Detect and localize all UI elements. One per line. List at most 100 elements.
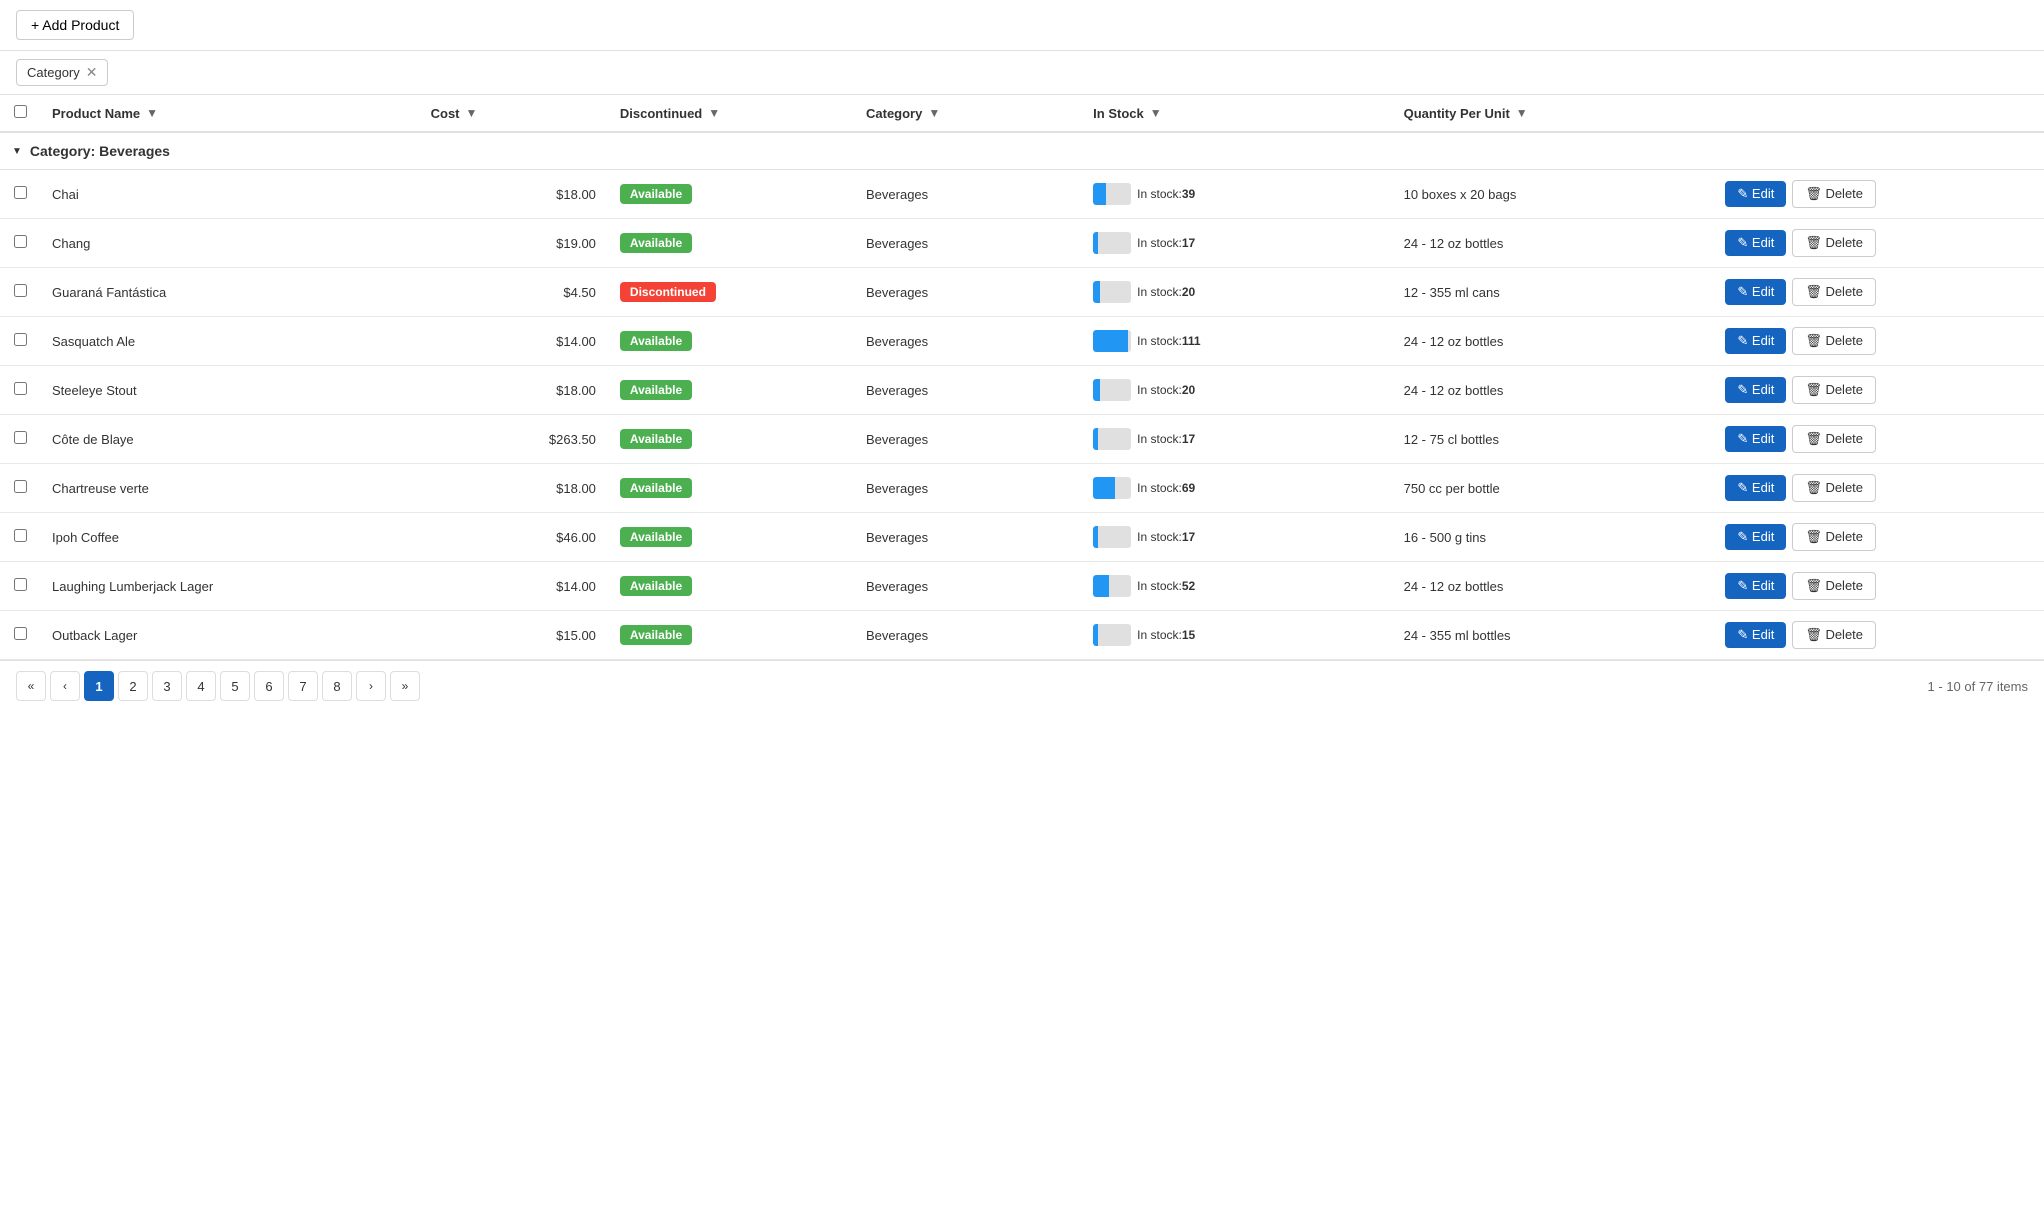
delete-button[interactable]: 🗑 Delete: [1792, 278, 1876, 306]
cost-label: Cost: [431, 106, 460, 121]
pagination-info: 1 - 10 of 77 items: [1928, 679, 2028, 694]
edit-button[interactable]: ✎ Edit: [1725, 622, 1786, 648]
page-5-button[interactable]: 5: [220, 671, 250, 701]
cost-cell: $263.50: [419, 415, 608, 464]
chevron-down-icon[interactable]: ▼: [12, 146, 22, 157]
edit-button[interactable]: ✎ Edit: [1725, 426, 1786, 452]
product-name-cell: Guaraná Fantástica: [40, 268, 419, 317]
page-8-button[interactable]: 8: [322, 671, 352, 701]
edit-button[interactable]: ✎ Edit: [1725, 573, 1786, 599]
table-container: Product Name ▼ Cost ▼ Discontinued ▼: [0, 95, 2044, 660]
edit-button[interactable]: ✎ Edit: [1725, 279, 1786, 305]
row-checkbox[interactable]: [14, 235, 27, 248]
page-2-button[interactable]: 2: [118, 671, 148, 701]
header-in-stock: In Stock ▼: [1081, 95, 1391, 132]
stock-filter-icon[interactable]: ▼: [1150, 106, 1162, 120]
delete-button[interactable]: 🗑 Delete: [1792, 474, 1876, 502]
qpu-cell: 24 - 12 oz bottles: [1392, 562, 1714, 611]
qpu-cell: 24 - 12 oz bottles: [1392, 317, 1714, 366]
row-checkbox[interactable]: [14, 284, 27, 297]
qpu-filter-icon[interactable]: ▼: [1516, 106, 1528, 120]
category-cell: Beverages: [854, 562, 1081, 611]
table-row: Sasquatch Ale$14.00AvailableBeveragesIn …: [0, 317, 2044, 366]
prev-page-button[interactable]: ‹: [50, 671, 80, 701]
stock-cell: In stock:17: [1081, 415, 1391, 464]
cost-cell: $19.00: [419, 219, 608, 268]
delete-button[interactable]: 🗑 Delete: [1792, 327, 1876, 355]
row-checkbox[interactable]: [14, 431, 27, 444]
status-badge: Available: [620, 380, 692, 400]
category-filter-chip[interactable]: Category ✕: [16, 59, 108, 86]
edit-button[interactable]: ✎ Edit: [1725, 328, 1786, 354]
row-checkbox[interactable]: [14, 529, 27, 542]
delete-button[interactable]: 🗑 Delete: [1792, 180, 1876, 208]
qpu-cell: 750 cc per bottle: [1392, 464, 1714, 513]
page-3-button[interactable]: 3: [152, 671, 182, 701]
edit-button[interactable]: ✎ Edit: [1725, 181, 1786, 207]
edit-button[interactable]: ✎ Edit: [1725, 377, 1786, 403]
row-checkbox[interactable]: [14, 333, 27, 346]
cost-cell: $18.00: [419, 170, 608, 219]
page-1-button[interactable]: 1: [84, 671, 114, 701]
discontinued-cell: Available: [608, 513, 854, 562]
last-page-button[interactable]: »: [390, 671, 420, 701]
row-checkbox-cell: [0, 513, 40, 562]
add-product-button[interactable]: + Add Product: [16, 10, 134, 40]
edit-button[interactable]: ✎ Edit: [1725, 524, 1786, 550]
delete-button[interactable]: 🗑 Delete: [1792, 523, 1876, 551]
page-6-button[interactable]: 6: [254, 671, 284, 701]
discontinued-filter-icon[interactable]: ▼: [708, 106, 720, 120]
category-cell: Beverages: [854, 513, 1081, 562]
close-icon[interactable]: ✕: [86, 64, 98, 81]
first-page-button[interactable]: «: [16, 671, 46, 701]
row-checkbox[interactable]: [14, 480, 27, 493]
delete-button[interactable]: 🗑 Delete: [1792, 376, 1876, 404]
stock-label: In stock:17: [1137, 432, 1195, 446]
row-checkbox[interactable]: [14, 382, 27, 395]
stock-label: In stock:39: [1137, 187, 1195, 201]
delete-button[interactable]: 🗑 Delete: [1792, 572, 1876, 600]
actions-cell: ✎ Edit🗑 Delete: [1713, 415, 2044, 464]
table-row: Côte de Blaye$263.50AvailableBeveragesIn…: [0, 415, 2044, 464]
category-cell: Beverages: [854, 415, 1081, 464]
qpu-label: Quantity Per Unit: [1404, 106, 1510, 121]
discontinued-label: Discontinued: [620, 106, 702, 121]
cost-cell: $14.00: [419, 562, 608, 611]
product-name-cell: Outback Lager: [40, 611, 419, 660]
row-checkbox-cell: [0, 464, 40, 513]
next-page-button[interactable]: ›: [356, 671, 386, 701]
cost-cell: $4.50: [419, 268, 608, 317]
row-checkbox[interactable]: [14, 627, 27, 640]
row-checkbox[interactable]: [14, 186, 27, 199]
row-checkbox-cell: [0, 562, 40, 611]
qpu-cell: 24 - 355 ml bottles: [1392, 611, 1714, 660]
category-cell: Beverages: [854, 366, 1081, 415]
cost-cell: $15.00: [419, 611, 608, 660]
category-cell: Beverages: [854, 611, 1081, 660]
edit-button[interactable]: ✎ Edit: [1725, 475, 1786, 501]
delete-button[interactable]: 🗑 Delete: [1792, 425, 1876, 453]
row-checkbox[interactable]: [14, 578, 27, 591]
group-header-cell: ▼ Category: Beverages: [0, 132, 2044, 170]
products-table: Product Name ▼ Cost ▼ Discontinued ▼: [0, 95, 2044, 660]
status-badge: Available: [620, 625, 692, 645]
select-all-checkbox[interactable]: [14, 105, 27, 118]
page-4-button[interactable]: 4: [186, 671, 216, 701]
discontinued-cell: Available: [608, 219, 854, 268]
product-name-cell: Laughing Lumberjack Lager: [40, 562, 419, 611]
product-name-filter-icon[interactable]: ▼: [146, 106, 158, 120]
status-badge: Available: [620, 184, 692, 204]
delete-button[interactable]: 🗑 Delete: [1792, 621, 1876, 649]
table-row: Chartreuse verte$18.00AvailableBeverages…: [0, 464, 2044, 513]
edit-button[interactable]: ✎ Edit: [1725, 230, 1786, 256]
status-badge: Discontinued: [620, 282, 716, 302]
row-checkbox-cell: [0, 415, 40, 464]
actions-cell: ✎ Edit🗑 Delete: [1713, 317, 2044, 366]
cost-filter-icon[interactable]: ▼: [466, 106, 478, 120]
page-7-button[interactable]: 7: [288, 671, 318, 701]
delete-button[interactable]: 🗑 Delete: [1792, 229, 1876, 257]
stock-cell: In stock:20: [1081, 268, 1391, 317]
stock-cell: In stock:20: [1081, 366, 1391, 415]
category-filter-icon[interactable]: ▼: [928, 106, 940, 120]
table-header: Product Name ▼ Cost ▼ Discontinued ▼: [0, 95, 2044, 132]
